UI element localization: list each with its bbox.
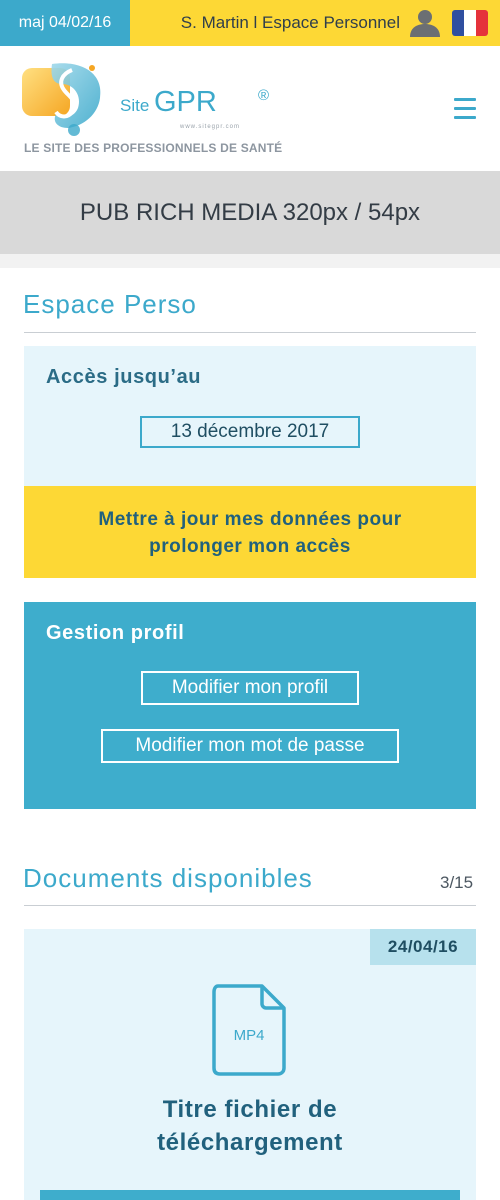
documents-divider [24, 905, 476, 906]
update-button-line2: prolonger mon accès [149, 536, 351, 557]
logo-gpr-text: GPR [154, 86, 217, 118]
document-title-line2: téléchargement [157, 1129, 343, 1156]
access-label: Accès jusqu’au [46, 366, 202, 388]
access-card: Accès jusqu’au 13 décembre 2017 [24, 346, 476, 486]
update-date-badge: maj 04/02/16 [0, 0, 130, 46]
file-mp4-icon: MP4 [212, 984, 286, 1076]
user-icon[interactable] [408, 9, 442, 37]
document-title-line1: Titre fichier de [162, 1096, 338, 1123]
hamburger-menu-icon[interactable] [454, 98, 476, 120]
update-data-button[interactable]: Mettre à jour mes données pour prolonger… [24, 486, 476, 578]
profile-management-card: Gestion profil Modifier mon profil Modif… [24, 602, 476, 809]
documents-counter: 3/15 [440, 873, 474, 892]
espace-perso-title: Espace Perso [23, 289, 197, 319]
sitegpr-logo[interactable]: Site GPR ® www.sitegpr.com [22, 60, 282, 140]
access-date-badge: 13 décembre 2017 [140, 416, 360, 448]
document-date-badge: 24/04/16 [370, 929, 476, 965]
french-flag-icon[interactable] [452, 10, 488, 36]
ad-banner[interactable]: PUB RICH MEDIA 320px / 54px [0, 171, 500, 254]
update-button-line1: Mettre à jour mes données pour [98, 509, 402, 530]
espace-perso-divider [24, 332, 476, 333]
documents-title: Documents disponibles [23, 863, 313, 893]
logo-site-text: Site [120, 96, 149, 115]
edit-profile-button[interactable]: Modifier mon profil [141, 671, 359, 705]
document-card[interactable]: 24/04/16 MP4 Titre fichier de télécharge… [24, 929, 476, 1200]
file-type-label: MP4 [234, 1027, 265, 1044]
profile-management-title: Gestion profil [46, 622, 185, 644]
edit-password-button[interactable]: Modifier mon mot de passe [101, 729, 399, 763]
download-button[interactable] [40, 1190, 460, 1200]
user-space-link[interactable]: S. Martin l Espace Personnel [181, 0, 400, 46]
logo-registered-mark: ® [258, 87, 269, 104]
ad-separator [0, 254, 500, 268]
logo-url-text: www.sitegpr.com [179, 124, 240, 130]
document-title: Titre fichier de téléchargement [24, 1093, 476, 1159]
top-bar: maj 04/02/16 S. Martin l Espace Personne… [0, 0, 500, 46]
site-tagline: LE SITE DES PROFESSIONNELS DE SANTÉ [24, 141, 283, 155]
